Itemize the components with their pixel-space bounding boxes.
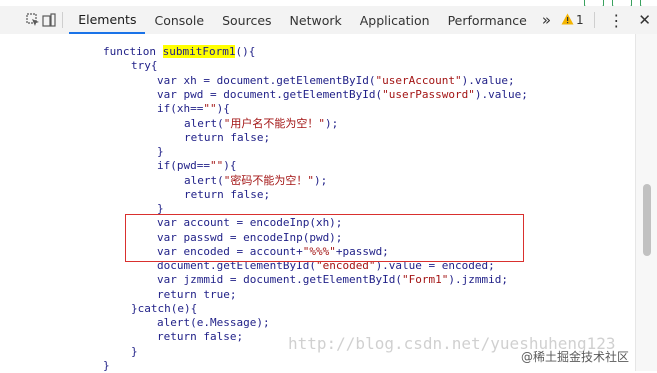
code-token: ).value; (461, 74, 515, 87)
code-line: var xh = document.getElementById("userAc… (157, 74, 515, 88)
code-line: if(pwd==""){ (157, 159, 236, 173)
warning-count: 1 (576, 13, 584, 27)
code-token: ){ (216, 102, 230, 115)
warning-icon (561, 13, 574, 28)
code-token: alert( (184, 174, 224, 187)
code-line: alert("用户名不能为空！"); (184, 117, 338, 131)
code-token: alert( (184, 117, 224, 130)
code-view: function submitForm1(){ try{ var xh = do… (0, 34, 636, 372)
code-line: } (157, 145, 164, 158)
code-token: ).value; (474, 88, 528, 101)
watermark-site: @稀土掘金技术社区 (521, 350, 630, 364)
tab-console[interactable]: Console (145, 6, 213, 34)
string-literal: "" (209, 159, 224, 172)
string-literal: "Form1" (402, 273, 449, 286)
code-token: if(xh== (157, 102, 204, 115)
annotation-highlight-box (125, 214, 524, 262)
string-literal: "用户名不能为空！" (223, 117, 325, 130)
code-line: alert(e.Message); (157, 316, 270, 329)
code-line: var pwd = document.getElementById("userP… (157, 88, 528, 102)
code-token: var jzmmid = document.getElementById( (157, 273, 403, 286)
close-devtools-button[interactable]: ✕ (632, 11, 657, 29)
device-toggle-icon[interactable] (41, 10, 57, 30)
tab-sources[interactable]: Sources (213, 6, 280, 34)
highlighted-function-name: submitForm1 (162, 45, 236, 58)
tab-performance[interactable]: Performance (439, 6, 536, 34)
vertical-scrollbar[interactable] (635, 34, 657, 371)
code-token: ).jzmmid; (448, 273, 509, 286)
string-literal: "userPassword" (382, 88, 475, 101)
string-literal: "userAccount" (375, 74, 462, 87)
code-line: return true; (157, 288, 237, 301)
code-token: if(pwd== (157, 159, 210, 172)
tab-application[interactable]: Application (351, 6, 439, 34)
string-literal: "" (203, 102, 217, 115)
kebab-menu-button[interactable]: ⋮ (600, 11, 632, 30)
code-line: }catch(e){ (131, 302, 198, 315)
code-token: ){ (223, 159, 237, 172)
code-token: var xh = document.getElementById( (157, 74, 376, 87)
more-tabs-button[interactable]: » (536, 11, 557, 29)
code-line: alert("密码不能为空！"); (184, 174, 327, 188)
warnings-indicator[interactable]: 1 (557, 13, 588, 28)
code-line: } (131, 345, 138, 358)
scrollbar-thumb[interactable] (643, 184, 651, 256)
code-line: try{ (131, 59, 158, 72)
devtools-tab-bar: Elements Console Sources Network Applica… (0, 6, 657, 35)
code-token: var pwd = document.getElementById( (157, 88, 383, 101)
code-line: var jzmmid = document.getElementById("Fo… (157, 273, 508, 287)
toolbar-divider (593, 12, 595, 28)
code-token: (){ (235, 45, 256, 58)
code-line: return false; (157, 330, 244, 343)
code-line: return false; (184, 131, 271, 144)
code-line: if(xh==""){ (157, 102, 230, 116)
code-token: function (103, 45, 163, 58)
inspect-element-icon[interactable] (25, 10, 41, 30)
code-token: ); (325, 117, 339, 130)
code-line: return false; (184, 188, 271, 201)
string-literal: "密码不能为空！" (223, 174, 314, 187)
code-line: function submitForm1(){ (103, 45, 255, 59)
tab-elements[interactable]: Elements (69, 6, 146, 34)
toolbar-divider (62, 12, 64, 28)
code-token: ); (314, 174, 328, 187)
tab-network[interactable]: Network (281, 6, 351, 34)
